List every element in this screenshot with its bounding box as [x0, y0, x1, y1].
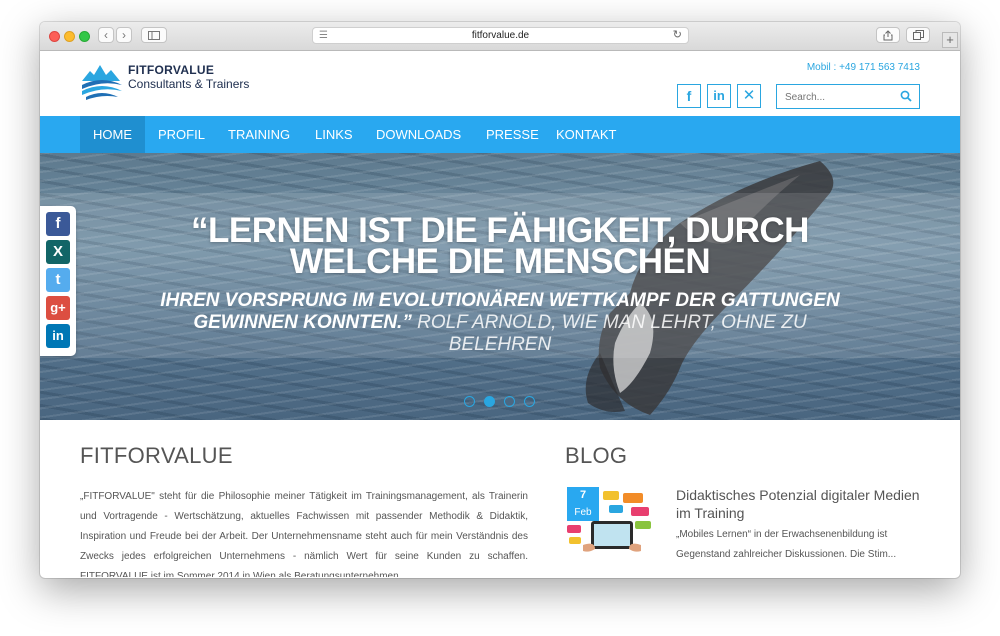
blog-date-day: 7 — [579, 489, 587, 501]
share-page-button[interactable] — [876, 27, 900, 43]
share-google-plus-icon[interactable]: g+ — [46, 296, 70, 320]
site-header: FITFORVALUE Consultants & Trainers Mobil… — [40, 51, 960, 116]
nav-item-presse[interactable]: PRESSE — [473, 116, 552, 153]
nav-item-kontakt[interactable]: KONTAKT — [543, 116, 629, 153]
section-title-blog: BLOG — [565, 443, 628, 468]
minimize-window-button[interactable] — [64, 31, 75, 42]
blog-post-title[interactable]: Didaktisches Potenzial digitaler Medien … — [676, 486, 926, 522]
linkedin-icon[interactable]: in — [707, 84, 731, 108]
reload-icon[interactable]: ↻ — [673, 28, 682, 43]
logo-tagline: Consultants & Trainers — [128, 77, 250, 91]
search-icon[interactable] — [900, 90, 912, 102]
slide-dot-2[interactable] — [484, 396, 495, 407]
chevron-left-icon: ‹ — [104, 28, 108, 42]
search-box — [776, 84, 920, 109]
back-button[interactable]: ‹ — [98, 27, 114, 43]
address-bar[interactable]: ☰ fitforvalue.de ↻ — [312, 27, 689, 44]
share-icon — [883, 30, 893, 41]
forward-button[interactable]: › — [116, 27, 132, 43]
share-twitter-icon[interactable]: t — [46, 268, 70, 292]
blog-date-month: Feb — [574, 507, 592, 518]
nav-item-downloads[interactable]: DOWNLOADS — [363, 116, 474, 153]
logo-name: FITFORVALUE — [128, 63, 215, 77]
share-linkedin-icon[interactable]: in — [46, 324, 70, 348]
slide-dot-3[interactable] — [504, 396, 515, 407]
nav-item-profil[interactable]: PROFIL — [145, 116, 218, 153]
zoom-window-button[interactable] — [79, 31, 90, 42]
phone-number: Mobil : +49 171 563 7413 — [806, 62, 920, 73]
tabs-icon — [912, 30, 924, 40]
close-window-button[interactable] — [49, 31, 60, 42]
search-input[interactable] — [783, 86, 897, 109]
hero-quote-sub: IHREN VORSPRUNG IM EVOLUTIONÄREN WETTKAM… — [160, 290, 840, 356]
url-text: fitforvalue.de — [471, 30, 530, 41]
chevron-right-icon: › — [122, 28, 126, 42]
hero-quote-line2: WELCHE DIE MENSCHEN — [289, 242, 711, 281]
browser-toolbar: ‹ › ☰ fitforvalue.de ↻ — [40, 22, 960, 51]
sidebar-toggle-button[interactable] — [141, 27, 167, 43]
blog-date: 7 Feb — [567, 489, 599, 519]
nav-item-training[interactable]: TRAINING — [215, 116, 303, 153]
sidebar-icon — [148, 31, 160, 40]
nav-item-home[interactable]: HOME — [80, 116, 145, 153]
section-title-fitforvalue: FITFORVALUE — [80, 443, 233, 468]
new-tab-button[interactable]: + — [942, 32, 958, 48]
slider-pagination — [464, 396, 544, 410]
hero-quote-attribution: ROLF ARNOLD, WIE MAN LEHRT, OHNE ZU BELE… — [417, 312, 807, 355]
nav-item-links[interactable]: LINKS — [302, 116, 366, 153]
browser-window: ‹ › ☰ fitforvalue.de ↻ FITFORVALUE Consu — [40, 22, 960, 578]
hero-quote-heading: “LERNEN IST DIE FÄHIGKEIT, DURCH WELCHE … — [40, 213, 960, 281]
slide-dot-4[interactable] — [524, 396, 535, 407]
intro-text: „FITFORVALUE" steht für die Philosophie … — [80, 491, 528, 577]
slide-dot-1[interactable] — [464, 396, 475, 407]
blog-thumbnail[interactable]: 7 Feb — [565, 487, 661, 555]
logo-icon — [82, 65, 122, 100]
x-twitter-icon[interactable]: ✕ — [737, 84, 761, 108]
facebook-icon[interactable]: f — [677, 84, 701, 108]
blog-post-excerpt: „Mobiles Lernen“ in der Erwachsenenbildu… — [676, 529, 897, 560]
tabs-overview-button[interactable] — [906, 27, 930, 43]
reader-icon[interactable]: ☰ — [319, 28, 328, 43]
hero-slider: “LERNEN IST DIE FÄHIGKEIT, DURCH WELCHE … — [40, 153, 960, 420]
share-sidebar: f X t g+ in — [40, 206, 76, 356]
share-facebook-icon[interactable]: f — [46, 212, 70, 236]
share-xing-icon[interactable]: X — [46, 240, 70, 264]
main-nav: HOME PROFIL TRAINING LINKS DOWNLOADS PRE… — [40, 116, 960, 153]
site-logo[interactable]: FITFORVALUE Consultants & Trainers — [80, 59, 262, 103]
